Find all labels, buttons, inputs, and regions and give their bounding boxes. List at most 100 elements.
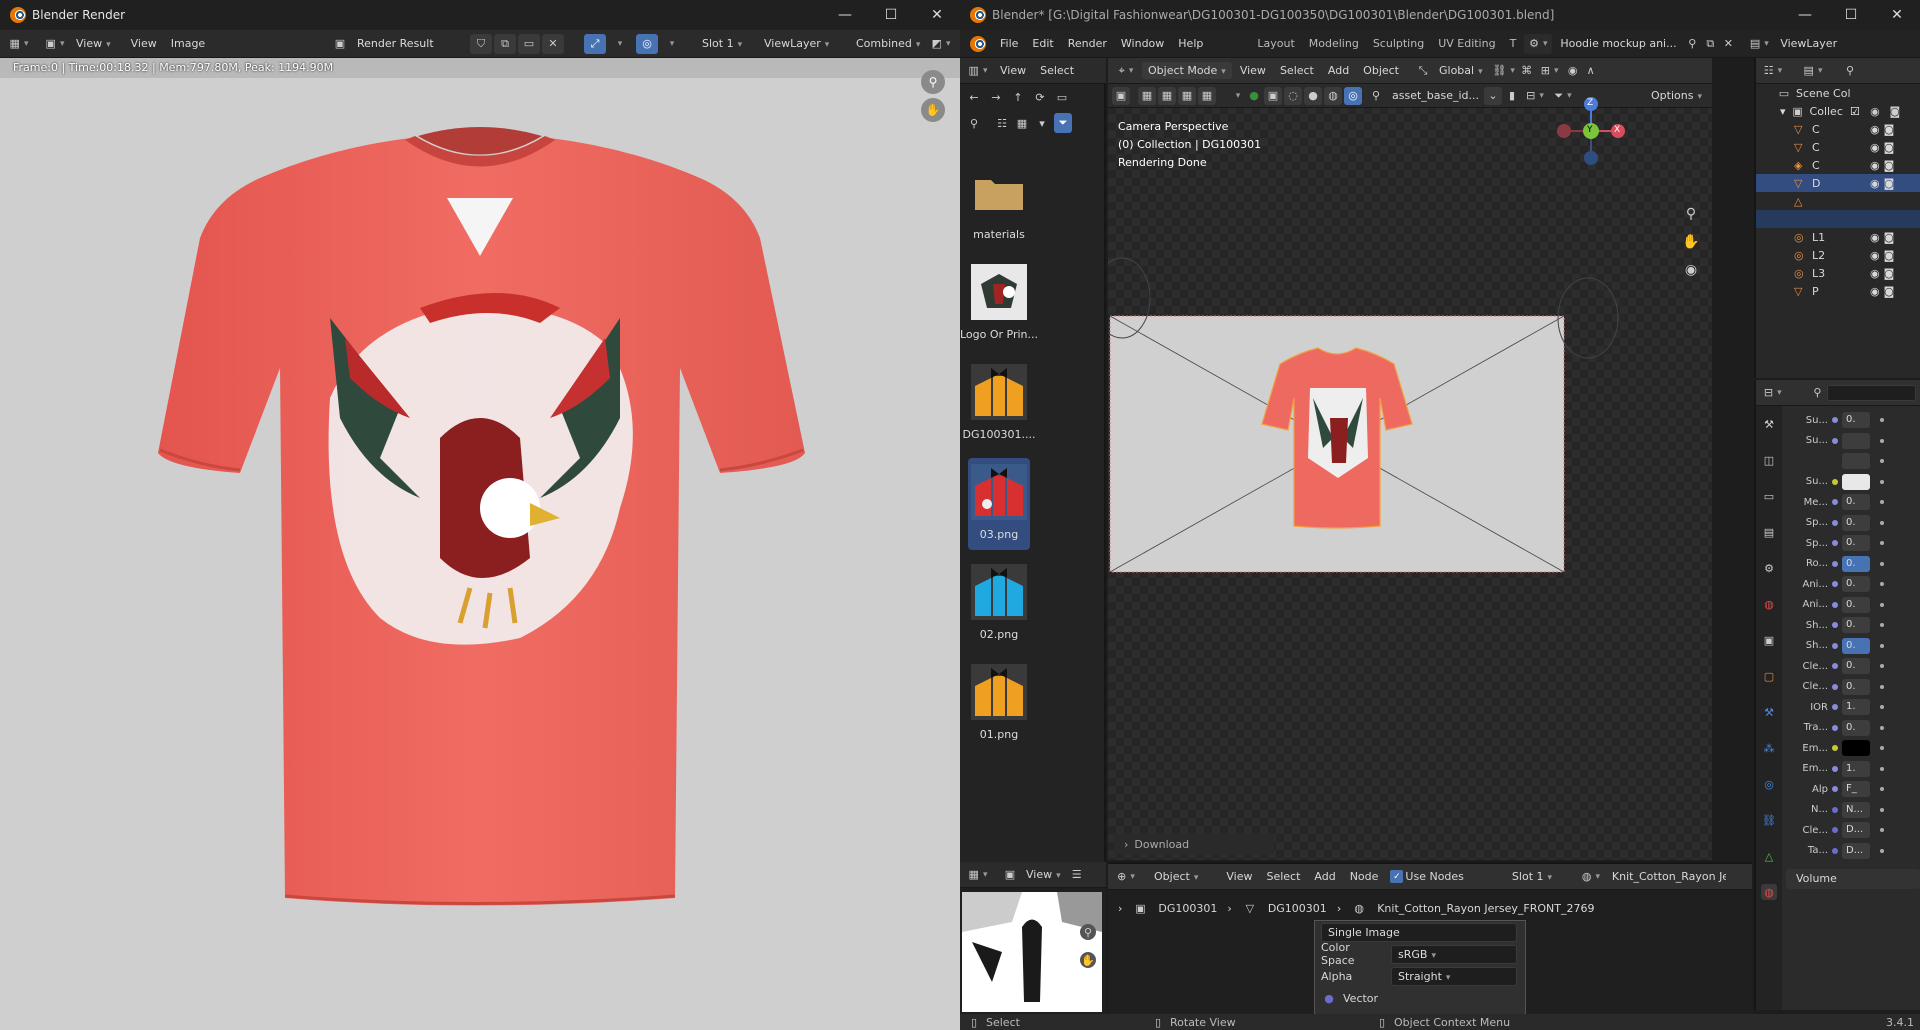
property-value[interactable]: 0.: [1842, 494, 1870, 511]
image-name-field[interactable]: Render Result: [350, 34, 468, 53]
property-row[interactable]: Ro... 0.: [1786, 554, 1920, 575]
pin-scene-icon[interactable]: ⚲: [1684, 36, 1700, 52]
editor-type-icon[interactable]: ☷: [1760, 63, 1786, 79]
property-value[interactable]: 0.: [1842, 719, 1870, 736]
chevron-down-icon[interactable]: ▾: [1034, 115, 1050, 131]
property-value[interactable]: 0.: [1842, 576, 1870, 593]
node-menu-node[interactable]: Node: [1344, 868, 1385, 885]
camera-icon[interactable]: ◙: [1884, 141, 1895, 154]
property-value[interactable]: 0.: [1842, 678, 1870, 695]
chevron-down-icon[interactable]: ▾: [1780, 105, 1786, 118]
outliner-row[interactable]: ▽ P ◉ ◙: [1756, 282, 1920, 300]
delete-scene-icon[interactable]: ✕: [1720, 36, 1736, 52]
properties-search-field[interactable]: [1827, 384, 1917, 401]
checkbox-checked-icon[interactable]: ✓: [1390, 870, 1404, 883]
render-pass-dropdown[interactable]: Combined: [850, 35, 924, 52]
blender-menu-icon[interactable]: [970, 35, 986, 52]
menu-window[interactable]: Window: [1115, 35, 1170, 52]
gizmo-toggle-icon[interactable]: [608, 36, 628, 52]
pan-icon[interactable]: ✋: [1682, 234, 1699, 250]
keyframe-dot-icon[interactable]: [1880, 541, 1884, 546]
property-row[interactable]: N... N...: [1786, 800, 1920, 821]
filter-icon[interactable]: ⏷: [1054, 113, 1072, 133]
eye-icon[interactable]: ◉: [1870, 177, 1880, 190]
keyframe-dot-icon[interactable]: [1880, 602, 1884, 607]
property-row[interactable]: Cle... D...: [1786, 820, 1920, 841]
keyframe-dot-icon[interactable]: [1880, 520, 1884, 525]
editor-type-icon[interactable]: ▦: [964, 867, 992, 883]
outliner-row[interactable]: [1756, 210, 1920, 228]
keyframe-dot-icon[interactable]: [1880, 807, 1884, 812]
new-scene-icon[interactable]: ⧉: [1702, 36, 1718, 52]
back-arrow-icon[interactable]: ←: [966, 89, 982, 105]
editor-type-icon[interactable]: ⊕: [1112, 869, 1140, 885]
outliner-row[interactable]: ◎ L2 ◉ ◙: [1756, 246, 1920, 264]
node-menu-add[interactable]: Add: [1308, 868, 1341, 885]
scene-name-field[interactable]: Hoodie mockup ani...: [1554, 35, 1682, 52]
color-swatch[interactable]: [1842, 432, 1870, 449]
camera-icon[interactable]: ◙: [1884, 231, 1895, 244]
outliner-row[interactable]: △: [1756, 192, 1920, 210]
property-value[interactable]: F_: [1842, 781, 1870, 798]
particles-tab-icon[interactable]: ⁂: [1761, 740, 1777, 756]
zoom-view-icon[interactable]: ⚲: [921, 70, 945, 94]
scene-tab-icon[interactable]: ⚙: [1761, 560, 1777, 576]
refresh-icon[interactable]: ⟳: [1032, 89, 1048, 105]
material-tab-icon[interactable]: ◍: [1761, 884, 1777, 900]
constraints-tab-icon[interactable]: ⛓: [1761, 812, 1777, 828]
view-layer-tab-icon[interactable]: ▤: [1761, 524, 1777, 540]
maximize-icon[interactable]: ☐: [868, 0, 914, 30]
view-mode-dropdown[interactable]: View: [70, 35, 117, 52]
view-menu[interactable]: View: [125, 35, 163, 52]
unlink-image-icon[interactable]: ✕: [542, 33, 564, 54]
keyframe-dot-icon[interactable]: [1880, 725, 1884, 730]
outliner-row[interactable]: ▽ C ◉ ◙: [1756, 120, 1920, 138]
eye-icon[interactable]: ◉: [1870, 231, 1880, 244]
property-value[interactable]: 1.: [1842, 760, 1870, 777]
open-image-icon[interactable]: ▭: [518, 33, 540, 54]
keyframe-dot-icon[interactable]: [1880, 643, 1884, 648]
volume-panel-header[interactable]: Volume: [1786, 869, 1920, 889]
camera-view-icon[interactable]: ◉: [1683, 262, 1699, 278]
keyframe-dot-icon[interactable]: [1880, 582, 1884, 587]
workspace-tab-uv-editing[interactable]: UV Editing: [1432, 35, 1501, 52]
workspace-tab-sculpting[interactable]: Sculpting: [1367, 35, 1430, 52]
view-layer-dropdown[interactable]: ViewLayer: [758, 35, 848, 52]
property-row[interactable]: Su...: [1786, 431, 1920, 452]
image-browse-icon[interactable]: ▣: [332, 36, 348, 52]
overlay-toggle-icon[interactable]: ◎: [636, 33, 658, 54]
physics-tab-icon[interactable]: ◎: [1761, 776, 1777, 792]
keyframe-dot-icon[interactable]: [1880, 787, 1884, 792]
property-row[interactable]: Em...: [1786, 738, 1920, 759]
navigation-gizmo[interactable]: Z Y X: [1556, 96, 1626, 166]
eye-icon[interactable]: ◉: [1870, 249, 1880, 262]
modifier-tab-icon[interactable]: ⚒: [1761, 704, 1777, 720]
property-row[interactable]: Sp... 0.: [1786, 513, 1920, 534]
eye-icon[interactable]: ◉: [1870, 267, 1880, 280]
keyframe-dot-icon[interactable]: [1880, 848, 1884, 853]
camera-icon[interactable]: ◙: [1887, 103, 1903, 119]
keyframe-dot-icon[interactable]: [1880, 561, 1884, 566]
image-texture-node[interactable]: Single Image Color Space sRGB Alpha Stra…: [1314, 920, 1526, 1016]
asset-view-menu[interactable]: View: [994, 62, 1032, 79]
keyframe-dot-icon[interactable]: [1880, 438, 1884, 443]
editor-type-icon[interactable]: ▦: [4, 33, 34, 54]
render-tab-icon[interactable]: ◫: [1761, 452, 1777, 468]
property-value[interactable]: 1.: [1842, 699, 1870, 716]
keyframe-dot-icon[interactable]: [1880, 705, 1884, 710]
search-icon[interactable]: ⚲: [966, 115, 982, 131]
property-value[interactable]: 0.: [1842, 617, 1870, 634]
camera-icon[interactable]: ◙: [1884, 267, 1895, 280]
property-row[interactable]: Cle... 0.: [1786, 656, 1920, 677]
property-row[interactable]: Ta... D...: [1786, 841, 1920, 862]
asset-select-menu[interactable]: Select: [1034, 62, 1080, 79]
property-value[interactable]: 0.: [1842, 412, 1870, 429]
property-value[interactable]: 0.: [1842, 535, 1870, 552]
minimize-icon[interactable]: —: [1782, 0, 1828, 30]
node-menu-select[interactable]: Select: [1260, 868, 1306, 885]
image-source-dropdown[interactable]: Single Image: [1321, 922, 1517, 942]
property-row[interactable]: Cle... 0.: [1786, 677, 1920, 698]
eye-icon[interactable]: ◉: [1870, 159, 1880, 172]
keyframe-dot-icon[interactable]: [1880, 664, 1884, 669]
keyframe-dot-icon[interactable]: [1880, 766, 1884, 771]
